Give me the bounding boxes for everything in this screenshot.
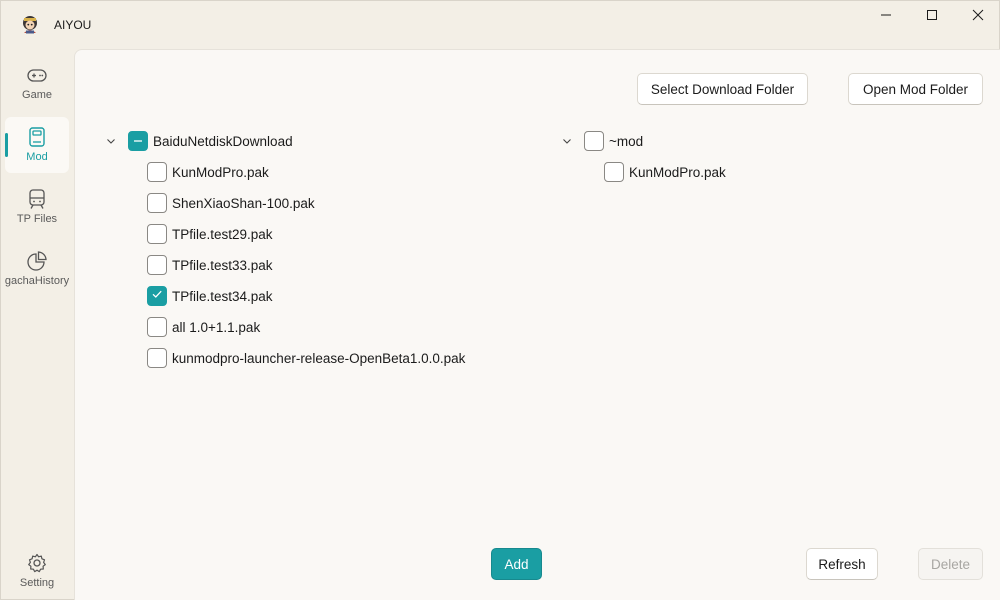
tree-item[interactable]: KunModPro.pak xyxy=(147,160,269,184)
nav-item-game[interactable]: Game xyxy=(5,55,69,111)
nav-label-gacha-history: gachaHistory xyxy=(5,275,69,287)
add-button[interactable]: Add xyxy=(491,548,542,580)
tree-item[interactable]: TPfile.test33.pak xyxy=(147,253,273,277)
tree-label: TPfile.test34.pak xyxy=(172,288,273,304)
navigation-sidebar: Game Mod TP Files gachaHistory Setting xyxy=(1,49,73,600)
tree-label: KunModPro.pak xyxy=(172,164,269,180)
tree-label: KunModPro.pak xyxy=(629,164,726,180)
nav-label-setting: Setting xyxy=(19,577,55,589)
tree-label: TPfile.test33.pak xyxy=(172,257,273,273)
checkmark-icon xyxy=(151,287,163,305)
nav-label-mod: Mod xyxy=(26,151,48,163)
chevron-down-icon[interactable] xyxy=(104,134,118,148)
tree-item[interactable]: KunModPro.pak xyxy=(604,160,726,184)
checkbox[interactable] xyxy=(147,224,167,244)
checkbox[interactable] xyxy=(604,162,624,182)
checkbox[interactable] xyxy=(147,162,167,182)
train-icon xyxy=(26,188,48,210)
tree-label: TPfile.test29.pak xyxy=(172,226,273,242)
checkbox[interactable] xyxy=(147,348,167,368)
tree-item[interactable]: ShenXiaoShan-100.pak xyxy=(147,191,315,215)
partial-checkbox[interactable] xyxy=(128,131,148,151)
tree-label: ~mod xyxy=(609,133,644,149)
checkbox[interactable] xyxy=(147,317,167,337)
gamepad-icon xyxy=(26,64,48,86)
tree-item[interactable]: kunmodpro-launcher-release-OpenBeta1.0.0… xyxy=(147,346,465,370)
minimize-icon xyxy=(880,8,892,26)
gear-icon xyxy=(26,552,48,574)
tree-label: BaiduNetdiskDownload xyxy=(153,133,293,149)
tree-item[interactable]: all 1.0+1.1.pak xyxy=(147,315,260,339)
nav-item-tp-files[interactable]: TP Files xyxy=(5,179,69,235)
close-button[interactable] xyxy=(955,1,1000,33)
nav-label-game: Game xyxy=(22,89,52,101)
pie-chart-icon xyxy=(26,250,48,272)
character-avatar-icon xyxy=(20,15,40,35)
minimize-button[interactable] xyxy=(863,1,909,33)
app-window: AIYOU Game Mod TP Files gachaHistory Set… xyxy=(0,0,1000,600)
delete-button[interactable]: Delete xyxy=(918,548,983,580)
tree-item[interactable]: TPfile.test34.pak xyxy=(147,284,273,308)
checkbox[interactable] xyxy=(147,193,167,213)
checkbox[interactable] xyxy=(147,255,167,275)
chevron-down-icon[interactable] xyxy=(560,134,574,148)
checkbox[interactable] xyxy=(584,131,604,151)
maximize-icon xyxy=(926,8,938,26)
maximize-button[interactable] xyxy=(909,1,955,33)
book-icon xyxy=(26,126,48,148)
open-mod-folder-button[interactable]: Open Mod Folder xyxy=(848,73,983,105)
tree-root-baidunetdiskdownload[interactable]: BaiduNetdiskDownload xyxy=(104,129,293,153)
select-download-folder-button[interactable]: Select Download Folder xyxy=(637,73,808,105)
mod-page: Select Download Folder Open Mod Folder B… xyxy=(74,49,1000,600)
tree-label: all 1.0+1.1.pak xyxy=(172,319,261,335)
nav-item-mod[interactable]: Mod xyxy=(5,117,69,173)
title-bar: AIYOU xyxy=(1,1,1000,47)
tree-root-mod[interactable]: ~mod xyxy=(560,129,643,153)
refresh-button[interactable]: Refresh xyxy=(806,548,878,580)
close-icon xyxy=(972,8,984,26)
checked-checkbox[interactable] xyxy=(147,286,167,306)
nav-item-setting[interactable]: Setting xyxy=(5,543,69,599)
nav-label-tp-files: TP Files xyxy=(16,213,58,225)
active-indicator xyxy=(5,133,8,157)
tree-label: kunmodpro-launcher-release-OpenBeta1.0.0… xyxy=(172,350,466,366)
app-title: AIYOU xyxy=(54,18,92,32)
tree-item[interactable]: TPfile.test29.pak xyxy=(147,222,273,246)
tree-label: ShenXiaoShan-100.pak xyxy=(172,195,315,211)
nav-item-gacha-history[interactable]: gachaHistory xyxy=(5,241,69,297)
